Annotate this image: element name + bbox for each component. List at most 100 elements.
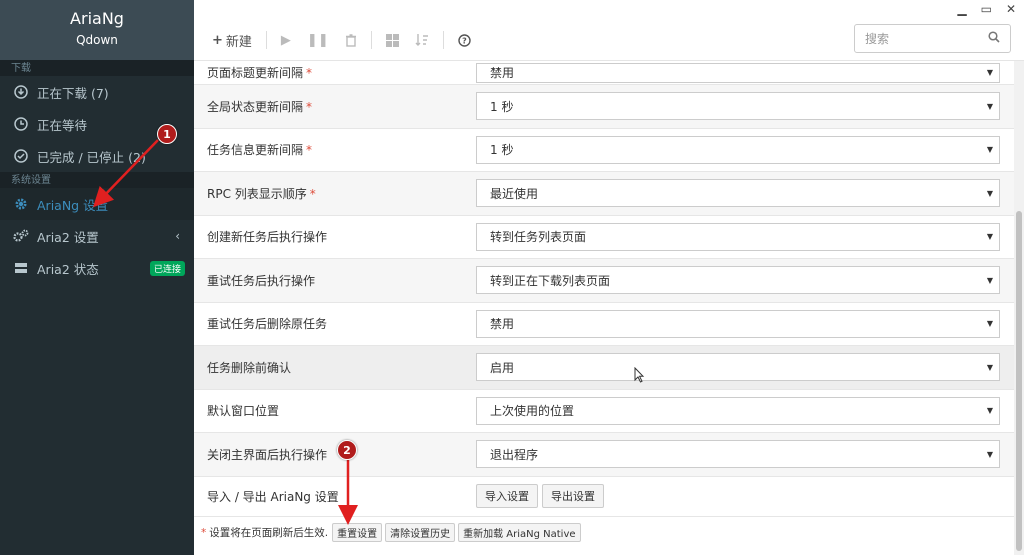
caret-down-icon: ▼ — [986, 319, 993, 329]
setting-select[interactable]: 转到任务列表页面 ▼ — [476, 222, 1000, 251]
setting-label: 重试任务后执行操作 — [207, 273, 316, 288]
check-circle-icon — [13, 148, 29, 164]
sidebar-item-aria2-settings[interactable]: Aria2 设置 ‹ — [0, 220, 194, 252]
settings-row: 关闭主界面后执行操作 退出程序 ▼ — [194, 433, 1014, 477]
settings-row: 创建新任务后执行操作 转到任务列表页面 ▼ — [194, 216, 1014, 259]
window-controls: ▁ ▭ ✕ — [957, 2, 1016, 16]
grid-icon[interactable] — [380, 30, 405, 50]
setting-select[interactable]: 1 秒 ▼ — [476, 92, 1000, 121]
annotation-marker-1: 1 — [157, 124, 177, 144]
sidebar-item-label: Aria2 设置 — [37, 229, 99, 245]
sidebar-item-label: 正在等待 — [37, 117, 88, 133]
close-icon[interactable]: ✕ — [1006, 2, 1016, 16]
setting-label: 任务信息更新间隔 * — [207, 143, 313, 158]
mouse-cursor-icon — [634, 367, 645, 383]
export-settings-button[interactable]: 导出设置 — [542, 484, 604, 508]
caret-down-icon: ▼ — [986, 188, 993, 198]
import-settings-button[interactable]: 导入设置 — [476, 484, 538, 508]
sort-icon[interactable] — [409, 30, 435, 50]
settings-row: 默认窗口位置 上次使用的位置 ▼ — [194, 390, 1014, 433]
required-mark: * — [201, 526, 207, 539]
settings-row: 重试任务后执行操作 转到正在下载列表页面 ▼ — [194, 259, 1014, 303]
brand: AriaNg Qdown — [0, 0, 194, 60]
topbar: ▁ ▭ ✕ + 新建 ▶ ❚❚ ? 搜索 — [194, 0, 1024, 61]
toolbar-divider — [370, 31, 372, 49]
reload-native-button[interactable]: 重新加载 AriaNg Native — [458, 523, 581, 542]
server-icon — [13, 260, 29, 276]
chevron-left-icon: ‹ — [175, 229, 180, 243]
setting-select[interactable]: 转到正在下载列表页面 ▼ — [476, 266, 1000, 295]
sidebar-item-stopped[interactable]: 已完成 / 已停止 (2) — [0, 140, 194, 172]
toolbar-divider — [442, 31, 444, 49]
search-icon — [988, 31, 1000, 46]
setting-label: 重试任务后删除原任务 — [207, 317, 328, 332]
setting-label: 关闭主界面后执行操作 — [207, 447, 328, 462]
toolbar: + 新建 ▶ ❚❚ ? — [206, 30, 477, 50]
svg-text:?: ? — [462, 36, 467, 45]
pause-icon[interactable]: ❚❚ — [301, 30, 335, 50]
clock-icon — [13, 116, 29, 132]
caret-down-icon: ▼ — [986, 406, 993, 416]
caret-down-icon: ▼ — [986, 68, 993, 77]
settings-panel: 页面标题更新间隔 * 禁用 ▼ 全局状态更新间隔 * 1 秒 ▼ 任务信息更新间隔 * 1… — [194, 61, 1014, 555]
setting-label: 默认窗口位置 — [207, 404, 280, 419]
clear-settings-history-button[interactable]: 清除设置历史 — [385, 523, 456, 542]
setting-select[interactable]: 上次使用的位置 ▼ — [476, 396, 1000, 425]
settings-row: 全局状态更新间隔 * 1 秒 ▼ — [194, 85, 1014, 129]
setting-select[interactable]: 禁用 ▼ — [476, 309, 1000, 338]
settings-row: 任务删除前确认 启用 ▼ — [194, 346, 1014, 390]
sidebar-item-label: 正在下载 (7) — [37, 85, 109, 101]
scrollbar-thumb[interactable] — [1016, 211, 1022, 551]
reset-settings-button[interactable]: 重置设置 — [332, 523, 383, 542]
sidebar-item-ariang-settings[interactable]: AriaNg 设置 — [0, 188, 194, 220]
setting-label: 页面标题更新间隔 * — [207, 66, 313, 80]
setting-select[interactable]: 启用 ▼ — [476, 353, 1000, 382]
setting-select[interactable]: 1 秒 ▼ — [476, 135, 1000, 164]
sidebar-item-aria2-status[interactable]: Aria2 状态 已连接 — [0, 252, 194, 284]
minimize-icon[interactable]: ▁ — [957, 2, 966, 16]
new-task-label: 新建 — [225, 34, 252, 50]
gear-icon — [13, 196, 29, 212]
toolbar-divider — [265, 31, 267, 49]
gears-icon — [13, 228, 29, 244]
play-icon[interactable]: ▶ — [275, 30, 297, 50]
setting-label: 创建新任务后执行操作 — [207, 230, 328, 245]
sidebar-item-label: 已完成 / 已停止 (2) — [37, 149, 146, 165]
section-download-header: 下载 — [0, 60, 194, 76]
sidebar-item-label: AriaNg 设置 — [37, 197, 109, 213]
search-input[interactable]: 搜索 — [854, 24, 1011, 53]
import-export-row: 导入 / 导出 AriaNg 设置 导入设置 导出设置 — [194, 477, 1014, 517]
new-task-button[interactable]: + 新建 — [206, 30, 258, 50]
settings-row: 任务信息更新间隔 * 1 秒 ▼ — [194, 129, 1014, 172]
setting-label: 任务删除前确认 — [207, 360, 292, 375]
search-placeholder: 搜索 — [865, 32, 890, 46]
setting-select[interactable]: 禁用 ▼ — [476, 62, 1000, 83]
plus-icon: + — [212, 32, 223, 48]
trash-icon[interactable] — [339, 30, 363, 50]
maximize-icon[interactable]: ▭ — [981, 2, 992, 16]
setting-label: 导入 / 导出 AriaNg 设置 — [207, 489, 339, 504]
status-badge: 已连接 — [149, 260, 185, 276]
scrollbar[interactable] — [1014, 61, 1024, 555]
caret-down-icon: ▼ — [986, 362, 993, 372]
sidebar-item-label: Aria2 状态 — [37, 261, 99, 277]
setting-label: 全局状态更新间隔 * — [207, 99, 313, 114]
sidebar: AriaNg Qdown 下载 正在下载 (7) 正在等待 已完成 / 已停止 … — [0, 0, 194, 555]
caret-down-icon: ▼ — [986, 145, 993, 155]
settings-row: 页面标题更新间隔 * 禁用 ▼ — [194, 61, 1014, 85]
settings-row: 重试任务后删除原任务 禁用 ▼ — [194, 303, 1014, 346]
caret-down-icon: ▼ — [986, 449, 993, 459]
settings-row: RPC 列表显示顺序 * 最近使用 ▼ — [194, 172, 1014, 216]
help-icon[interactable]: ? — [452, 30, 477, 50]
app-subtitle: Qdown — [76, 33, 118, 47]
setting-select[interactable]: 退出程序 ▼ — [476, 440, 1000, 469]
caret-down-icon: ▼ — [986, 232, 993, 242]
annotation-marker-2: 2 — [337, 440, 357, 460]
caret-down-icon: ▼ — [986, 101, 993, 111]
setting-select[interactable]: 最近使用 ▼ — [476, 179, 1000, 208]
sidebar-item-downloading[interactable]: 正在下载 (7) — [0, 76, 194, 108]
setting-label: RPC 列表显示顺序 * — [207, 186, 316, 201]
footer-note: 设置将在页面刷新后生效. — [209, 527, 329, 539]
settings-footer: * 设置将在页面刷新后生效. 重置设置 清除设置历史 重新加载 AriaNg N… — [194, 516, 1014, 549]
download-circle-icon — [13, 84, 29, 100]
